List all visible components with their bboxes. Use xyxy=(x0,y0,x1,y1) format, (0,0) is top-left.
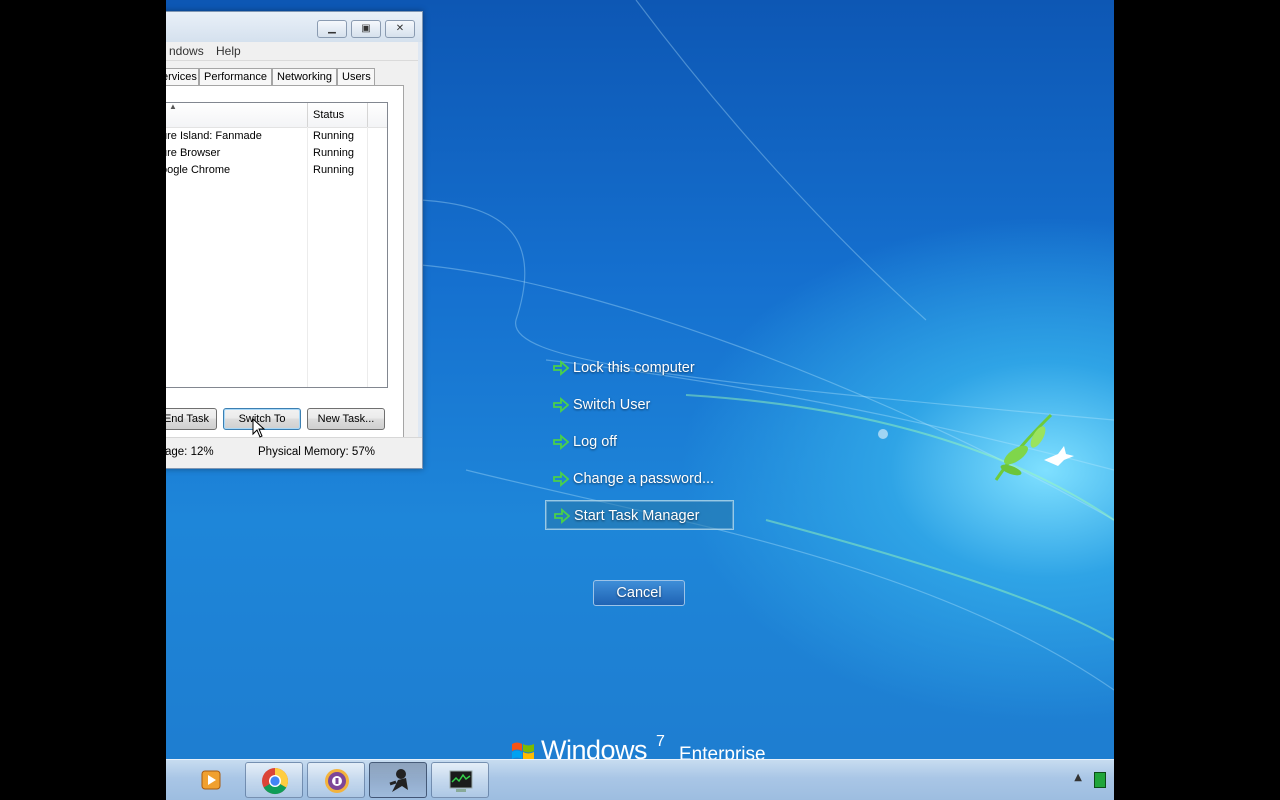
tor-browser-icon xyxy=(325,769,349,793)
close-button[interactable]: ✕ xyxy=(385,20,415,38)
task-name: oogle Chrome xyxy=(166,164,231,176)
task-list[interactable]: ▲ Status ure Island: Fanmade Running ure… xyxy=(166,102,388,388)
close-icon: ✕ xyxy=(395,23,405,34)
minimize-icon: ▁ xyxy=(328,23,336,34)
task-status: Running xyxy=(313,130,354,142)
lock-computer-option[interactable]: Lock this computer xyxy=(545,353,734,383)
arrow-right-icon xyxy=(554,508,570,524)
log-off-option[interactable]: Log off xyxy=(545,427,734,457)
arrow-right-icon xyxy=(553,397,569,413)
option-label: Start Task Manager xyxy=(574,508,700,524)
end-task-button[interactable]: End Task xyxy=(166,408,217,430)
list-header: ▲ Status xyxy=(166,102,387,128)
task-row[interactable]: ure Browser Running xyxy=(166,145,387,162)
desktop: ▁ ▣ ✕ ndows Help ervices Performance Net… xyxy=(166,0,1114,800)
tab-users[interactable]: Users xyxy=(337,68,375,85)
sort-ascending-icon: ▲ xyxy=(169,102,177,111)
taskbar: ▲ xyxy=(166,759,1114,800)
cancel-button[interactable]: Cancel xyxy=(593,580,685,606)
task-manager-window[interactable]: ▁ ▣ ✕ ndows Help ervices Performance Net… xyxy=(166,11,423,469)
taskbar-chrome[interactable] xyxy=(245,762,303,798)
arrow-right-icon xyxy=(553,471,569,487)
menu-help[interactable]: Help xyxy=(216,44,241,58)
task-manager-icon xyxy=(449,770,473,792)
start-task-manager-option[interactable]: Start Task Manager xyxy=(545,500,734,530)
mouse-cursor-icon xyxy=(252,418,266,438)
option-label: Change a password... xyxy=(573,471,715,487)
applications-panel: ▲ Status ure Island: Fanmade Running ure… xyxy=(166,85,404,438)
option-label: Log off xyxy=(573,434,618,450)
change-password-option[interactable]: Change a password... xyxy=(545,464,734,494)
switch-user-option[interactable]: Switch User xyxy=(545,390,734,420)
show-hidden-icons-icon[interactable]: ▲ xyxy=(1074,772,1082,783)
task-row[interactable]: oogle Chrome Running xyxy=(166,162,387,179)
new-task-button[interactable]: New Task... xyxy=(307,408,385,430)
arrow-right-icon xyxy=(553,360,569,376)
tab-services[interactable]: ervices xyxy=(166,68,199,85)
taskbar-game[interactable] xyxy=(369,762,427,798)
maximize-button[interactable]: ▣ xyxy=(351,20,381,38)
minimize-button[interactable]: ▁ xyxy=(317,20,347,38)
brand-version: 7 xyxy=(656,733,665,750)
task-status: Running xyxy=(313,164,354,176)
taskbar-task-manager[interactable] xyxy=(431,762,489,798)
title-bar[interactable]: ▁ ▣ ✕ xyxy=(166,12,422,42)
tab-networking[interactable]: Networking xyxy=(272,68,337,85)
task-status: Running xyxy=(313,147,354,159)
taskbar-media-player[interactable] xyxy=(183,762,241,798)
task-name: ure Browser xyxy=(166,147,221,159)
taskbar-tor-browser[interactable] xyxy=(307,762,365,798)
menu-windows[interactable]: ndows xyxy=(169,44,204,58)
status-bar: age: 12% Physical Memory: 57% xyxy=(166,437,422,468)
cpu-usage: age: 12% xyxy=(166,446,214,458)
menu-bar: ndows Help xyxy=(166,42,418,61)
task-row[interactable]: ure Island: Fanmade Running xyxy=(166,128,387,145)
game-icon xyxy=(389,769,408,792)
bird-branch xyxy=(994,413,1074,481)
physical-memory: Physical Memory: 57% xyxy=(258,446,375,458)
task-manager-body: ervices Performance Networking Users ▲ S… xyxy=(166,61,418,438)
media-player-icon xyxy=(201,770,221,790)
tab-performance[interactable]: Performance xyxy=(199,68,272,85)
arrow-right-icon xyxy=(553,434,569,450)
maximize-icon: ▣ xyxy=(361,23,371,34)
tray-monitor-icon[interactable] xyxy=(1094,772,1106,788)
chrome-icon xyxy=(262,768,289,795)
task-name: ure Island: Fanmade xyxy=(166,130,262,142)
column-status[interactable]: Status xyxy=(313,109,344,121)
option-label: Switch User xyxy=(573,397,651,413)
column-divider xyxy=(307,103,308,127)
option-label: Lock this computer xyxy=(573,360,695,376)
column-divider xyxy=(367,103,368,127)
